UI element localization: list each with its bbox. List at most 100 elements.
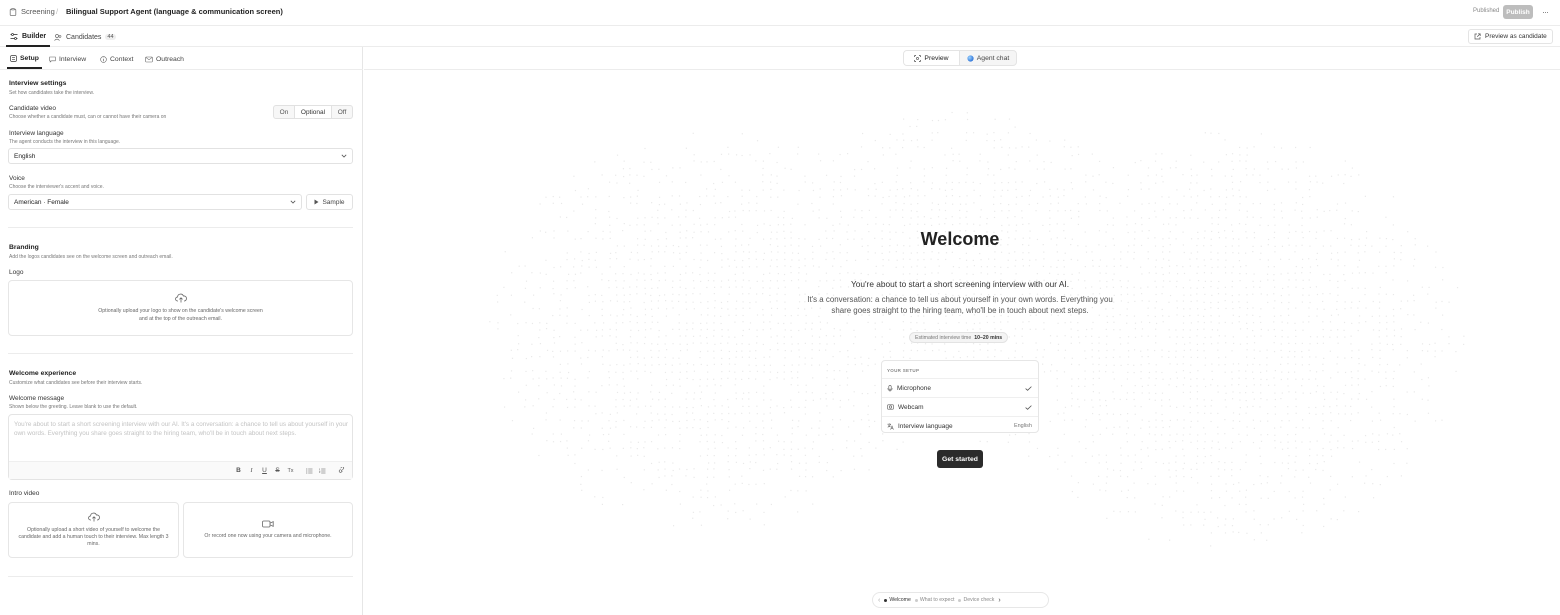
tab-agent-chat[interactable]: Agent chat: [960, 51, 1016, 65]
background-dot: [650, 265, 652, 267]
link-button[interactable]: [335, 465, 348, 477]
breadcrumb-screening[interactable]: Screening: [9, 7, 55, 16]
background-dot: [1308, 175, 1311, 177]
background-dot: [720, 385, 722, 387]
background-dot: [993, 196, 995, 198]
background-dot: [1322, 363, 1324, 365]
background-dot: [924, 343, 927, 345]
background-dot: [945, 174, 947, 176]
chevron-left-icon[interactable]: ‹: [878, 597, 880, 604]
background-dot: [748, 454, 750, 456]
chevron-right-icon[interactable]: ›: [998, 597, 1000, 604]
publish-button[interactable]: Publish: [1503, 5, 1533, 19]
background-dot: [979, 216, 982, 218]
italic-button[interactable]: I: [245, 465, 258, 477]
setup-row-interview-language[interactable]: Interview language English: [882, 416, 1038, 435]
video-option-on[interactable]: On: [274, 106, 295, 118]
background-dot: [910, 321, 912, 324]
background-dot: [882, 258, 884, 261]
bullet-list-button[interactable]: [303, 465, 316, 477]
background-dot: [545, 412, 548, 414]
background-dot: [1245, 461, 1247, 463]
background-dot: [1106, 210, 1108, 212]
background-dot: [735, 314, 737, 316]
step-welcome[interactable]: Welcome: [884, 597, 911, 603]
background-dot: [881, 203, 883, 205]
subtab-context[interactable]: Context: [100, 50, 133, 69]
background-dot: [700, 231, 702, 233]
preview-as-candidate-button[interactable]: Preview as candidate: [1468, 29, 1553, 44]
step-what-to-expect[interactable]: What to expect: [914, 597, 954, 603]
background-dot: [986, 223, 988, 225]
background-dot: [1274, 335, 1277, 338]
background-dot: [1441, 314, 1444, 316]
background-dot: [1049, 223, 1051, 226]
tab-builder[interactable]: Builder: [6, 27, 51, 47]
background-dot: [1246, 336, 1248, 338]
background-dot: [538, 385, 540, 387]
background-dot: [1057, 468, 1059, 470]
background-dot: [1161, 504, 1163, 506]
background-dot: [993, 140, 996, 142]
background-dot: [574, 378, 576, 380]
interview-language-select[interactable]: English: [8, 148, 353, 164]
get-started-button[interactable]: Get started: [937, 450, 983, 468]
background-dot: [686, 468, 688, 471]
background-dot: [958, 182, 960, 184]
clear-format-button[interactable]: Tx: [284, 465, 297, 477]
background-dot: [651, 321, 653, 323]
step-device-check[interactable]: Device check: [958, 597, 994, 603]
background-dot: [616, 468, 618, 470]
record-intro-video-button[interactable]: Or record one now using your camera and …: [183, 502, 353, 558]
background-dot: [679, 371, 681, 373]
bold-button[interactable]: B: [232, 465, 245, 477]
background-dot: [651, 202, 653, 204]
background-dot: [734, 216, 737, 218]
background-dot: [923, 181, 925, 183]
subtab-outreach[interactable]: Outreach: [145, 50, 184, 69]
background-dot: [1231, 272, 1233, 274]
tab-candidates[interactable]: Candidates 44: [52, 27, 118, 47]
welcome-message-editor[interactable]: You're about to start a short screening …: [8, 414, 353, 480]
background-dot: [1085, 203, 1088, 205]
background-dot: [811, 427, 813, 429]
background-dot: [958, 350, 960, 353]
background-dot: [587, 377, 589, 379]
background-dot: [819, 188, 821, 190]
background-dot: [1273, 146, 1275, 148]
underline-button[interactable]: U: [258, 465, 271, 477]
background-dot: [524, 265, 526, 267]
background-dot: [833, 378, 835, 380]
voice-sample-button[interactable]: Sample: [306, 194, 353, 210]
background-dot: [1406, 350, 1408, 352]
background-dot: [602, 322, 605, 324]
subtab-setup[interactable]: Setup: [7, 50, 42, 69]
background-dot: [776, 175, 778, 177]
background-dot: [1120, 475, 1122, 477]
more-options-button[interactable]: ···: [1538, 5, 1552, 19]
background-dot: [1456, 286, 1459, 289]
background-dot: [1267, 413, 1269, 415]
background-dot: [1295, 279, 1297, 281]
background-dot: [1126, 392, 1128, 394]
setup-row-webcam[interactable]: Webcam: [882, 397, 1038, 416]
video-option-optional[interactable]: Optional: [295, 106, 332, 118]
voice-select[interactable]: American · Female: [8, 194, 302, 210]
background-dot: [1029, 259, 1031, 261]
tab-preview[interactable]: Preview: [904, 51, 960, 65]
numbered-list-button[interactable]: [316, 465, 329, 477]
strikethrough-button[interactable]: S: [271, 465, 284, 477]
video-option-off[interactable]: Off: [332, 106, 352, 118]
background-dot: [595, 336, 597, 338]
background-dot: [1119, 469, 1121, 472]
background-dot: [994, 266, 996, 268]
background-dot: [1224, 266, 1226, 268]
background-dot: [693, 154, 695, 156]
background-dot: [1274, 245, 1276, 248]
setup-row-microphone[interactable]: Microphone: [882, 378, 1038, 397]
background-dot: [1238, 377, 1240, 379]
background-dot: [581, 420, 583, 422]
logo-upload-dropzone[interactable]: Optionally upload your logo to show on t…: [8, 280, 353, 336]
intro-video-upload-dropzone[interactable]: Optionally upload a short video of yours…: [8, 502, 179, 558]
subtab-interview[interactable]: Interview: [49, 50, 86, 69]
